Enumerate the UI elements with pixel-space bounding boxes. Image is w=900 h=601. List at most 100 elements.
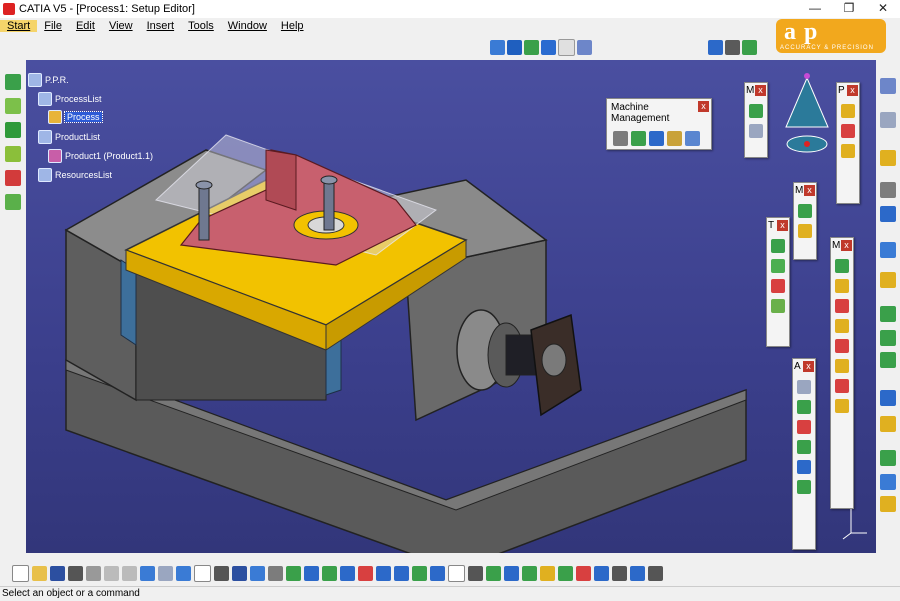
rotate-icon[interactable] xyxy=(880,416,896,432)
axis-icon-6[interactable] xyxy=(797,480,811,494)
menu-tools[interactable]: Tools xyxy=(181,20,221,32)
machining-icon-4[interactable] xyxy=(835,319,849,333)
analysis-tools-icon[interactable] xyxy=(286,565,301,581)
turret-icon[interactable] xyxy=(667,131,682,146)
machining-icon-8[interactable] xyxy=(835,399,849,413)
approach-icon[interactable] xyxy=(771,259,785,273)
catalog-browser-icon[interactable] xyxy=(268,565,283,581)
replay-icon[interactable] xyxy=(749,124,763,138)
tree-node-processlist[interactable]: ProcessList xyxy=(38,92,102,106)
redo-icon[interactable] xyxy=(158,565,173,581)
3d-viewport[interactable]: P.P.R. ProcessList Process ProductList P… xyxy=(26,60,876,553)
swap-visible-icon[interactable] xyxy=(468,565,483,581)
machining-icon-6[interactable] xyxy=(835,359,849,373)
normal-view-icon[interactable] xyxy=(412,565,427,581)
axis-icon-1[interactable] xyxy=(797,380,811,394)
fit-all-icon[interactable] xyxy=(322,565,337,581)
manufacturing-view-icon[interactable] xyxy=(630,565,645,581)
print-icon[interactable] xyxy=(68,565,83,581)
link-icon[interactable] xyxy=(771,299,785,313)
analysis-icon[interactable] xyxy=(5,194,21,210)
minimize-button[interactable]: — xyxy=(798,0,832,18)
menu-window[interactable]: Window xyxy=(221,20,274,32)
save-icon[interactable] xyxy=(50,565,65,581)
hide-show-icon[interactable] xyxy=(577,39,592,55)
part-operation-icon[interactable] xyxy=(708,39,723,55)
whats-this-icon[interactable] xyxy=(176,565,191,581)
check-icon[interactable] xyxy=(5,74,21,90)
machining-icon-5[interactable] xyxy=(835,339,849,353)
move-icon[interactable] xyxy=(880,390,896,406)
mini-panel-m1-close[interactable]: x xyxy=(755,85,766,96)
profile-icon[interactable] xyxy=(841,144,855,158)
cursor-icon[interactable] xyxy=(880,150,896,166)
graphic-properties-icon[interactable] xyxy=(522,565,537,581)
menu-file[interactable]: File xyxy=(37,20,69,32)
edges-icon[interactable] xyxy=(524,39,539,55)
paste-icon[interactable] xyxy=(122,565,137,581)
table-icon[interactable] xyxy=(232,565,247,581)
operation-icon[interactable] xyxy=(798,204,812,218)
rotate-view-icon[interactable] xyxy=(358,565,373,581)
table-icon[interactable] xyxy=(880,496,896,512)
menu-edit[interactable]: Edit xyxy=(69,20,102,32)
fly-mode-icon[interactable] xyxy=(304,565,319,581)
grid-icon[interactable] xyxy=(880,474,896,490)
machining-icon-7[interactable] xyxy=(835,379,849,393)
machining-icon-3[interactable] xyxy=(835,299,849,313)
menu-insert[interactable]: Insert xyxy=(140,20,182,32)
mini-panel-p-close[interactable]: x xyxy=(847,85,858,96)
menu-view[interactable]: View xyxy=(102,20,140,32)
open-icon[interactable] xyxy=(32,565,47,581)
tree-node-productlist[interactable]: ProductList xyxy=(38,130,100,144)
zoom-out-icon[interactable] xyxy=(394,565,409,581)
restore-button[interactable]: ❐ xyxy=(832,0,866,18)
tree-node-process[interactable]: Process xyxy=(48,110,103,124)
shield-icon[interactable] xyxy=(5,122,21,138)
geometry-icon[interactable] xyxy=(5,146,21,162)
mini-panel-m3-close[interactable]: x xyxy=(841,240,852,251)
shading-icon[interactable] xyxy=(507,39,522,55)
manufacturing-program-icon[interactable] xyxy=(725,39,740,55)
snap-icon[interactable] xyxy=(880,306,896,322)
scissors-icon[interactable] xyxy=(576,565,591,581)
feature-icon[interactable] xyxy=(798,224,812,238)
constraint-icon[interactable] xyxy=(880,330,896,346)
setup-icon[interactable] xyxy=(685,131,700,146)
assembly-icon[interactable] xyxy=(880,352,896,368)
tool-change-icon[interactable] xyxy=(742,39,757,55)
section-icon[interactable] xyxy=(612,565,627,581)
tree-node-ppr[interactable]: P.P.R. xyxy=(28,73,69,87)
design-icon[interactable] xyxy=(5,98,21,114)
pocket-icon[interactable] xyxy=(841,104,855,118)
view-icon-2[interactable] xyxy=(880,112,896,128)
render-style-icon[interactable] xyxy=(490,39,505,55)
transition-icon[interactable] xyxy=(771,239,785,253)
materials-icon[interactable] xyxy=(541,39,556,55)
shading-mode-icon[interactable] xyxy=(486,565,501,581)
spec-icon[interactable] xyxy=(880,206,896,222)
retract-icon[interactable] xyxy=(771,279,785,293)
tool-path-icon[interactable] xyxy=(749,104,763,118)
menu-start[interactable]: Start xyxy=(0,20,38,32)
zoom-in-icon[interactable] xyxy=(376,565,391,581)
axis-system-icon[interactable] xyxy=(880,272,896,288)
mini-panel-t-close[interactable]: x xyxy=(777,220,788,231)
plane-icon[interactable] xyxy=(880,242,896,258)
layer-icon[interactable] xyxy=(504,565,519,581)
close-button[interactable]: ✕ xyxy=(866,0,900,18)
measure-between-icon[interactable] xyxy=(594,565,609,581)
view-icon-1[interactable] xyxy=(880,78,896,94)
iso-view-icon[interactable] xyxy=(430,565,445,581)
select-icon[interactable] xyxy=(558,38,575,56)
axis-icon-5[interactable] xyxy=(797,460,811,474)
fixture-icon[interactable] xyxy=(649,131,664,146)
tree-expand-icon[interactable] xyxy=(250,565,265,581)
apply-material-icon[interactable] xyxy=(558,565,573,581)
copy-icon[interactable] xyxy=(104,565,119,581)
tree-node-product[interactable]: Product1 (Product1.1) xyxy=(48,149,153,163)
machining-icon-1[interactable] xyxy=(835,259,849,273)
machining-icon-2[interactable] xyxy=(835,279,849,293)
cut-icon[interactable] xyxy=(86,565,101,581)
knowledge-icon[interactable] xyxy=(214,565,229,581)
